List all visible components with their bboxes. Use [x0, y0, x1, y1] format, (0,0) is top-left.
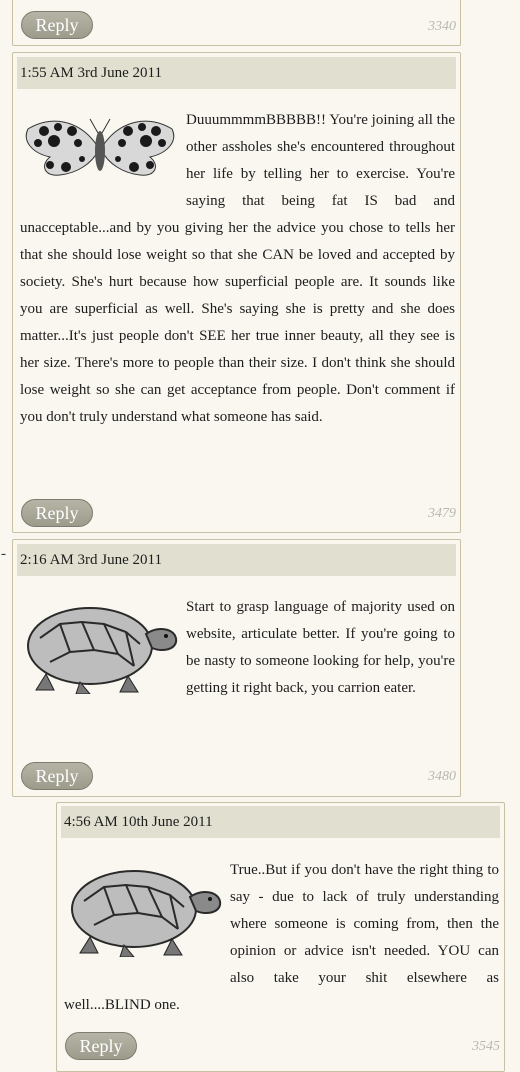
comment-text: Start to grasp language of majority used… [186, 599, 455, 696]
reply-button[interactable]: Reply [21, 11, 93, 39]
thread-marker: - [1, 546, 6, 562]
comment-id: 3480 [428, 769, 456, 784]
comment-card: 2:16 AM 3rd June 2011 Start to grasp lan… [12, 539, 461, 797]
comment-timestamp: 4:56 AM 10th June 2011 [61, 806, 500, 838]
comment-body: Start to grasp language of majority used… [20, 594, 455, 704]
comment-card-reply: 4:56 AM 10th June 2011 True..But if you … [56, 802, 505, 1072]
comment-timestamp: 2:16 AM 3rd June 2011 [17, 544, 456, 576]
comment-body: DuuummmmBBBBB!! You're joining all the o… [20, 107, 455, 431]
reply-button[interactable]: Reply [21, 499, 93, 527]
moth-icon [20, 107, 185, 197]
comment-body: True..But if you don't have the right th… [64, 857, 499, 1019]
comment-id: 3545 [472, 1039, 500, 1054]
comment-id: 3479 [428, 506, 456, 521]
comment-card-top: Reply 3340 [12, 0, 461, 46]
tortoise-icon [64, 857, 229, 967]
reply-button[interactable]: Reply [21, 762, 93, 790]
comment-timestamp: 1:55 AM 3rd June 2011 [17, 57, 456, 89]
comment-id: 3340 [428, 19, 456, 34]
tortoise-icon [20, 594, 185, 704]
reply-button[interactable]: Reply [65, 1032, 137, 1060]
comment-card: 1:55 AM 3rd June 2011 DuuummmmBBBBB!! Yo… [12, 52, 461, 533]
